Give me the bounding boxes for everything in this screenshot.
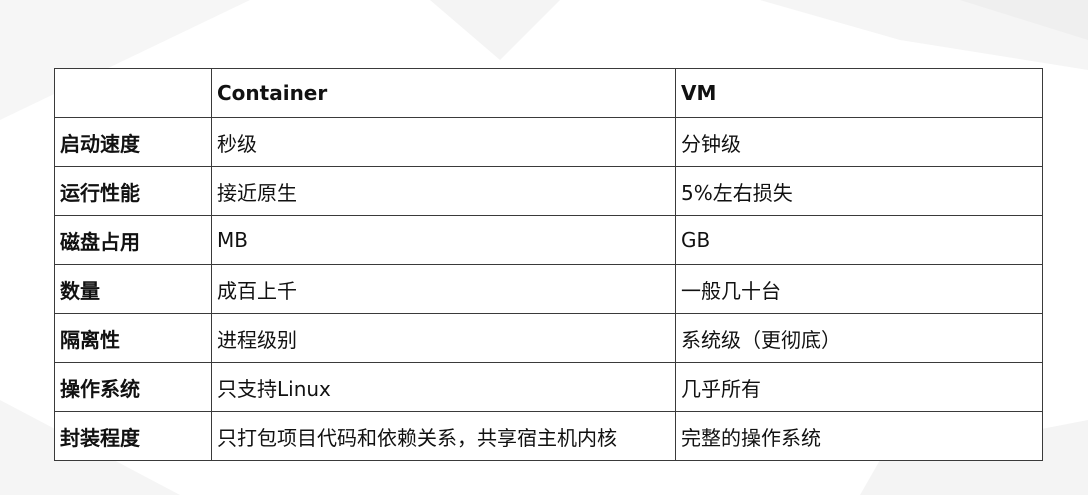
header-cell-blank [54, 68, 212, 118]
vm-cell: 几乎所有 [675, 362, 1043, 412]
vm-cell: 完整的操作系统 [675, 411, 1043, 461]
vm-cell: GB [675, 215, 1043, 265]
row-label: 启动速度 [54, 117, 212, 167]
container-cell: 成百上千 [211, 264, 676, 314]
container-vs-vm-table: Container VM 启动速度 秒级 分钟级 运行性能 接近原生 5%左右损… [54, 68, 1043, 461]
row-label: 运行性能 [54, 166, 212, 216]
row-label: 数量 [54, 264, 212, 314]
vm-cell: 分钟级 [675, 117, 1043, 167]
table-header-row: Container VM [54, 68, 1043, 118]
container-cell: MB [211, 215, 676, 265]
container-cell: 只打包项目代码和依赖关系，共享宿主机内核 [211, 411, 676, 461]
table-row: 隔离性 进程级别 系统级（更彻底） [54, 313, 1043, 363]
row-label: 封装程度 [54, 411, 212, 461]
row-label: 磁盘占用 [54, 215, 212, 265]
container-cell: 接近原生 [211, 166, 676, 216]
comparison-table-wrapper: Container VM 启动速度 秒级 分钟级 运行性能 接近原生 5%左右损… [54, 68, 1043, 461]
table-row: 运行性能 接近原生 5%左右损失 [54, 166, 1043, 216]
table-row: 操作系统 只支持Linux 几乎所有 [54, 362, 1043, 412]
row-label: 操作系统 [54, 362, 212, 412]
vm-cell: 5%左右损失 [675, 166, 1043, 216]
table-row: 数量 成百上千 一般几十台 [54, 264, 1043, 314]
vm-cell: 一般几十台 [675, 264, 1043, 314]
table-row: 启动速度 秒级 分钟级 [54, 117, 1043, 167]
vm-cell: 系统级（更彻底） [675, 313, 1043, 363]
container-cell: 只支持Linux [211, 362, 676, 412]
table-row: 封装程度 只打包项目代码和依赖关系，共享宿主机内核 完整的操作系统 [54, 411, 1043, 461]
row-label: 隔离性 [54, 313, 212, 363]
container-cell: 秒级 [211, 117, 676, 167]
container-cell: 进程级别 [211, 313, 676, 363]
header-cell-vm: VM [675, 68, 1043, 118]
table-row: 磁盘占用 MB GB [54, 215, 1043, 265]
header-cell-container: Container [211, 68, 676, 118]
